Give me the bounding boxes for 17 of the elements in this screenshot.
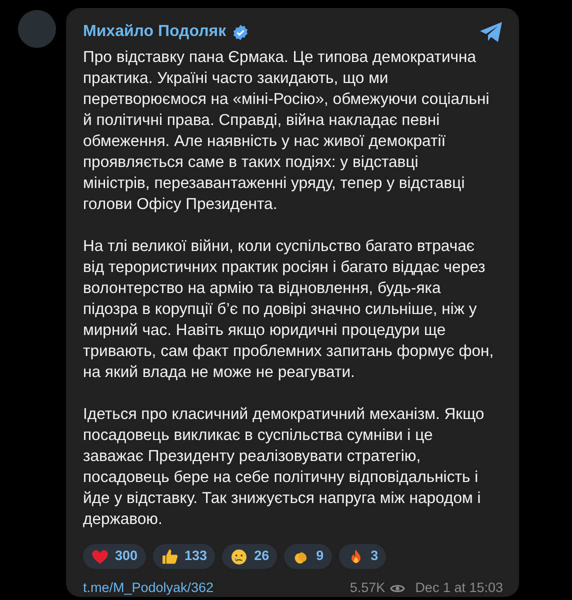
message-paragraph: Про відставку пана Єрмака. Це типова демократична практика. Україні часто закидають, що ми перетворюємося на «міні-Росію», обмежуючи соціальні й політичні права. Справді, війна накладає певні обмеження. Але наявність у нас живої демократії проявляється саме в таких подіях: у відставці міністрів, перезавантаженні уряду, тепер у відставці голови Офісу Президента. [83,48,490,215]
thumbs-up-icon [160,548,179,566]
post-link[interactable]: t.me/M_Podolyak/362 [83,578,214,598]
reaction-chip[interactable]: 3 [338,544,386,569]
message-paragraph: На тлі великої війни, коли суспільство багато втрачає від терористичних практик росіян і багато віддає через волонтерство на армію та відновлення, будь-яка підозра в корупції б’є по довірі значно сильніше, ніж у мирний час. Навіть якщо юридичні процедури ще тривають, сам факт проблемних запитань формує фон, на який влада не може не реагувати. [83,237,494,383]
reaction-chip[interactable]: 9 [284,544,332,569]
eye-icon [390,582,406,594]
reaction-chip[interactable]: 133 [152,544,216,569]
heart-icon [91,548,109,566]
author-name[interactable]: Михайло Подоляк [83,20,226,44]
reaction-chip[interactable]: 300 [83,544,146,569]
paper-plane-icon[interactable] [479,21,503,43]
crying-face-icon [230,548,248,566]
view-count: 5.57K [350,579,386,597]
reaction-chip[interactable]: 26 [222,544,278,569]
message-paragraph: Ідеться про класичний демократичний механізм. Якщо посадовець викликає в суспільства сумніви і це заважає Президенту реалізовувати стратегію, посадовець бере на себе політичну відповідальність і йде у відставку. Так знижується напруга між народом і державою. [83,405,484,530]
post-date: Dec 1 at 15:03 [415,579,503,597]
